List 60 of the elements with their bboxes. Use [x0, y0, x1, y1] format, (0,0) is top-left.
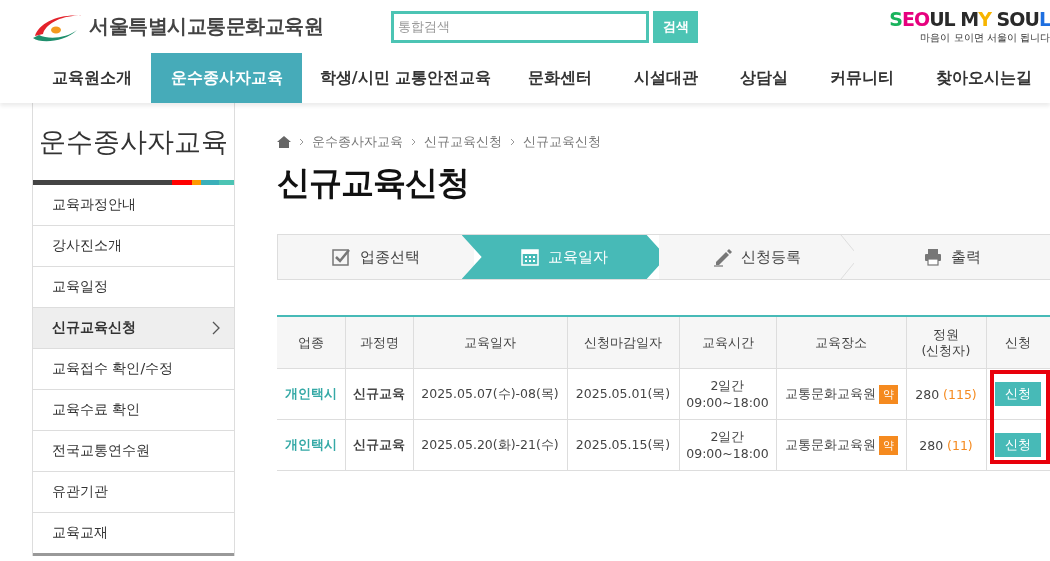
column-header: 신청	[986, 316, 1050, 369]
table-cell: 2025.05.15(목)	[567, 419, 679, 471]
printer-icon	[923, 247, 944, 267]
column-header: 과정명	[345, 316, 413, 369]
column-header: 교육시간	[679, 316, 776, 369]
table-cell: 280	[919, 437, 944, 453]
checkbox-icon	[331, 247, 352, 267]
sidebar-item[interactable]: 교육수료 확인	[33, 390, 234, 431]
breadcrumb-link[interactable]: 신규교육신청	[424, 133, 502, 151]
home-icon[interactable]	[277, 136, 291, 148]
sidebar-item[interactable]: 강사진소개	[33, 226, 234, 267]
table-cell: 280	[915, 386, 940, 402]
step-label: 업종선택	[359, 247, 420, 267]
table-cell: 개인택시	[277, 419, 345, 471]
nav-tab[interactable]: 시설대관	[611, 53, 721, 103]
sidebar-item[interactable]: 교육과정안내	[33, 185, 234, 226]
sidebar-item[interactable]: 신규교육신청	[33, 308, 234, 349]
applicant-count: (115)	[943, 386, 977, 402]
table-cell: 신규교육	[345, 368, 413, 420]
slogan-logo: SEOUL MY SOUL	[889, 8, 1050, 30]
nav-tab[interactable]: 교육원소개	[32, 53, 151, 103]
nav-tab[interactable]: 문화센터	[509, 53, 611, 103]
logo-text: 서울특별시교통문화교육원	[89, 13, 323, 40]
calendar-icon	[520, 247, 541, 267]
table-cell: 개인택시	[277, 368, 345, 420]
breadcrumb-link[interactable]: 운수종사자교육	[312, 133, 403, 151]
search-field[interactable]: 통합검색	[391, 10, 649, 43]
step-label: 신청등록	[740, 247, 801, 267]
nav-tab[interactable]: 찾아오시는길	[917, 53, 1050, 103]
table-cell: 2일간 09:00~18:00	[686, 429, 769, 461]
chevron-icon	[212, 321, 220, 335]
sidebar-title: 운수종사자교육	[38, 124, 229, 159]
page-title: 신규교육신청	[277, 162, 470, 204]
chevron-icon	[411, 138, 416, 146]
nav-tab[interactable]: 상담실	[721, 53, 807, 103]
sidebar-item[interactable]: 전국교통연수원	[33, 431, 234, 472]
nav-tab[interactable]: 학생/시민 교통안전교육	[302, 53, 509, 103]
nav-tab[interactable]: 커뮤니티	[807, 53, 917, 103]
column-header: 업종	[277, 316, 345, 369]
chevron-icon	[299, 138, 304, 146]
table-cell: 교통문화교육원	[784, 385, 876, 401]
slogan-tagline: 마음이 모이면 서울이 됩니다	[920, 31, 1050, 45]
column-header: 교육장소	[776, 316, 906, 369]
chevron-icon	[510, 138, 515, 146]
table-cell: 2025.05.01(목)	[567, 368, 679, 420]
applicant-count: (11)	[947, 437, 973, 453]
sidebar-item[interactable]: 유관기관	[33, 472, 234, 513]
breadcrumb-link[interactable]: 신규교육신청	[523, 133, 601, 151]
table-cell: 2025.05.07(수)-08(목)	[413, 368, 567, 420]
column-header: 신청마감일자	[567, 316, 679, 369]
sidebar-item[interactable]: 교육접수 확인/수정	[33, 349, 234, 390]
table-cell: 신규교육	[345, 419, 413, 471]
table-cell: 2025.05.20(화)-21(수)	[413, 419, 567, 471]
table-cell: 2일간 09:00~18:00	[686, 378, 769, 410]
step-label: 출력	[951, 247, 982, 267]
column-header: 교육일자	[413, 316, 567, 369]
step-label: 교육일자	[548, 247, 609, 267]
table-cell: 교통문화교육원	[784, 436, 876, 452]
column-header: 정원 (신청자)	[906, 316, 986, 369]
pencil-icon	[712, 247, 733, 267]
